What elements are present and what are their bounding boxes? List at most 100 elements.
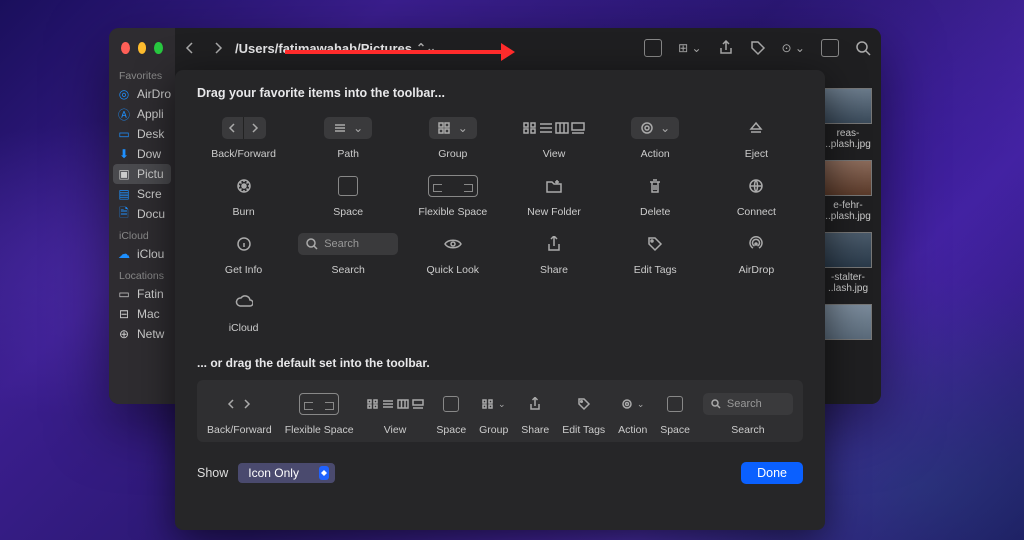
column-view-icon [397,399,409,409]
sidebar-section-favorites: Favorites [109,64,175,84]
gallery-view-icon [412,399,424,409]
chevron-left-icon [227,399,235,409]
flexible-space-icon [428,175,478,197]
toolbar-placeholder-1[interactable] [644,39,662,57]
share-icon[interactable] [718,40,734,56]
minimize-window-button[interactable] [138,42,147,54]
downloads-icon: ⬇ [117,147,131,161]
search-icon [711,399,721,409]
icon-view-icon [523,122,537,134]
space-icon [667,396,683,412]
chevron-right-icon [251,123,259,133]
tool-group[interactable]: ⌄Group [406,114,499,160]
tool-space[interactable]: Space [298,172,398,218]
grid-icon [438,122,452,134]
sidebar-item-airdrop[interactable]: ◎AirDro [109,84,175,104]
eye-icon [444,238,462,250]
screenshot-icon: ▤ [117,187,131,201]
sidebar-item-network[interactable]: ⊕Netw [109,324,175,344]
new-folder-icon [546,179,562,193]
sidebar-item-desktop[interactable]: ▭Desk [109,124,175,144]
toolbar-placeholder-2[interactable] [821,39,839,57]
document-icon: 🗎 [117,207,131,221]
disk-icon: ⊟ [117,307,131,321]
gear-icon [621,398,633,410]
file-thumbnail[interactable] [818,160,872,196]
airdrop-icon [748,236,764,252]
share-icon [547,236,561,252]
tool-share[interactable]: Share [507,230,600,276]
tool-flexible-space[interactable]: Flexible Space [406,172,499,218]
show-mode-select[interactable]: Icon Only [238,463,335,483]
tool-view[interactable]: View [507,114,600,160]
sidebar-item-downloads[interactable]: ⬇Dow [109,144,175,164]
sidebar-item-pictures[interactable]: ▣Pictu [113,164,171,184]
customize-toolbar-panel: Drag your favorite items into the toolba… [175,70,825,530]
done-button[interactable]: Done [741,462,803,484]
file-thumbnail[interactable] [818,232,872,268]
pictures-icon: ▣ [117,167,131,181]
gallery-view-icon [571,122,585,134]
nav-back-forward[interactable] [185,41,223,55]
grid-icon[interactable]: ⊞ ⌄ [678,41,701,55]
applications-icon: Ⓐ [117,107,131,121]
tool-get-info[interactable]: Get Info [197,230,290,276]
tool-search[interactable]: SearchSearch [298,230,398,276]
zoom-window-button[interactable] [154,42,163,54]
tool-edit-tags[interactable]: Edit Tags [609,230,702,276]
annotation-arrow [285,50,505,54]
tool-path[interactable]: ⌄Path [298,114,398,160]
close-window-button[interactable] [121,42,130,54]
default-toolbar-set[interactable]: Back/Forward Flexible Space View Space ⌄… [197,380,803,442]
tool-connect[interactable]: Connect [710,172,803,218]
path-button[interactable]: /Users/fatimawahab/Pictures ⌃⌄ [235,41,436,56]
list-icon [333,123,347,133]
tool-eject[interactable]: Eject [710,114,803,160]
sidebar-item-screenshots[interactable]: ▤Scre [109,184,175,204]
sidebar-item-documents[interactable]: 🗎Docu [109,204,175,224]
tool-action[interactable]: ⌄Action [609,114,702,160]
tool-quick-look[interactable]: Quick Look [406,230,499,276]
tag-icon [577,397,591,411]
file-thumbnail[interactable] [818,304,872,340]
globe-icon [748,178,764,194]
drag-default-label: ... or drag the default set into the too… [197,356,803,370]
chevron-right-icon [243,399,251,409]
show-label: Show [197,466,228,480]
tag-icon[interactable] [750,40,766,56]
tool-back-forward[interactable]: Back/Forward [197,114,290,160]
tool-burn[interactable]: Burn [197,172,290,218]
trash-icon [648,178,662,194]
more-icon[interactable]: ⊙ ⌄ [782,41,805,55]
tool-icloud[interactable]: iCloud [197,288,290,334]
finder-toolbar: /Users/fatimawahab/Pictures ⌃⌄ ⊞ ⌄ ⊙ ⌄ [175,28,881,68]
file-thumbnail[interactable] [818,88,872,124]
tag-icon [647,236,663,252]
finder-sidebar: Favorites ◎AirDro ⒶAppli ▭Desk ⬇Dow ▣Pic… [109,28,175,404]
info-icon [236,236,252,252]
select-arrows-icon [319,466,329,480]
share-icon [529,397,541,411]
sidebar-item-icloud-drive[interactable]: ☁iClou [109,244,175,264]
column-view-icon [555,122,569,134]
sidebar-item-applications[interactable]: ⒶAppli [109,104,175,124]
list-view-icon [382,399,394,409]
search-icon[interactable] [855,40,871,56]
chevron-left-icon [185,41,195,55]
desktop-icon: ▭ [117,127,131,141]
available-tools-grid: Back/Forward ⌄Path ⌄Group View ⌄Action E… [197,114,803,334]
tool-delete[interactable]: Delete [609,172,702,218]
sidebar-item-user[interactable]: ▭Fatin [109,284,175,304]
list-view-icon [539,122,553,134]
cloud-icon: ☁ [117,247,131,261]
space-icon [443,396,459,412]
flexible-space-icon [299,393,339,415]
sidebar-item-mac[interactable]: ⊟Mac [109,304,175,324]
chevron-right-icon [213,41,223,55]
computer-icon: ▭ [117,287,131,301]
cloud-icon [235,295,253,309]
tool-new-folder[interactable]: New Folder [507,172,600,218]
network-icon: ⊕ [117,327,131,341]
grid-icon [482,399,494,409]
tool-airdrop[interactable]: AirDrop [710,230,803,276]
